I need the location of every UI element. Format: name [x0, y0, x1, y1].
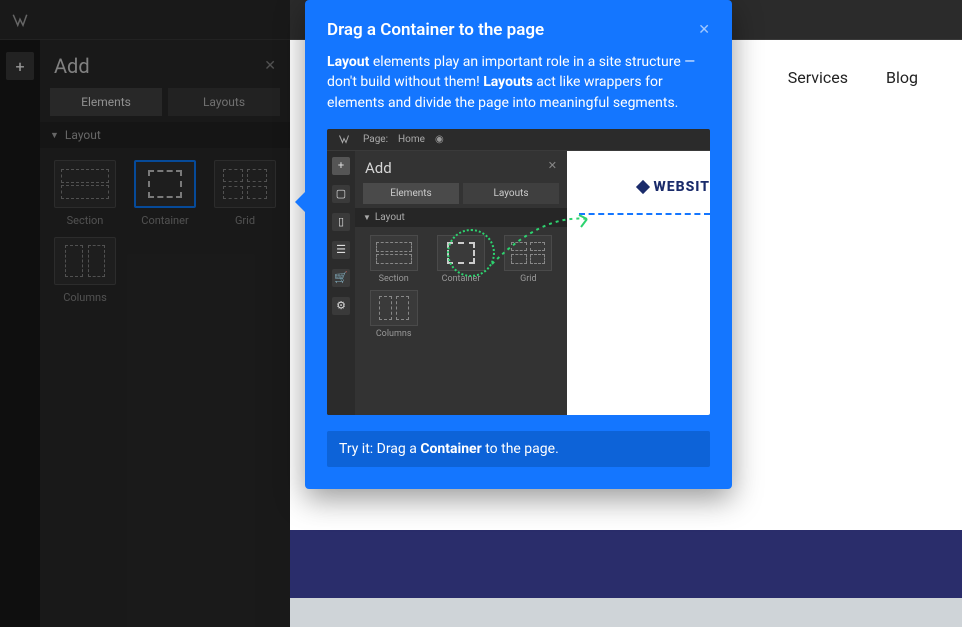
preview-tab-layouts: Layouts [463, 183, 559, 204]
layout-section-header[interactable]: ▼ Layout [40, 122, 290, 148]
preview-site-title: WEBSIT [638, 179, 710, 195]
preview-tab-elements: Elements [363, 183, 459, 204]
preview-section-label: Layout [375, 212, 405, 223]
columns-icon [54, 237, 116, 285]
layout-section-label: Layout [65, 128, 101, 142]
add-panel: Add ✕ Elements Layouts ▼ Layout Section … [40, 40, 290, 627]
box-icon: ▢ [332, 185, 350, 203]
add-panel-tabs: Elements Layouts [40, 88, 290, 116]
tab-layouts[interactable]: Layouts [168, 88, 280, 116]
hero-band [290, 530, 962, 598]
tutorial-popover: Drag a Container to the page ✕ Layout el… [305, 0, 732, 489]
preview-topbar: Page: Home ◉ [327, 129, 710, 151]
preview-page-label: Page: [363, 134, 388, 145]
popover-kw-layouts: Layouts [483, 74, 533, 90]
drop-target-line [579, 213, 710, 215]
tryit-bold: Container [420, 441, 481, 457]
add-panel-title: Add [54, 54, 90, 78]
close-icon[interactable]: ✕ [698, 22, 710, 38]
close-icon: ✕ [548, 159, 557, 177]
tryit-bar: Try it: Drag a Container to the page. [327, 431, 710, 467]
component-container[interactable]: Container [130, 160, 200, 227]
db-icon: ☰ [332, 241, 350, 259]
tutorial-preview: Page: Home ◉ + ▢ ▯ ☰ 🛒 ⚙ Add ✕ Elements … [327, 129, 710, 415]
grid-icon [214, 160, 276, 208]
preview-left-rail: + ▢ ▯ ☰ 🛒 ⚙ [327, 151, 355, 415]
preview-page-name: Home [398, 134, 425, 145]
popover-kw-layout: Layout [327, 54, 369, 70]
add-element-button[interactable]: + [6, 52, 34, 80]
component-grid[interactable]: Grid [210, 160, 280, 227]
eye-icon: ◉ [435, 134, 444, 145]
close-icon[interactable]: ✕ [264, 58, 276, 74]
grid-icon [504, 235, 552, 271]
page-icon: ▯ [332, 213, 350, 231]
container-icon [134, 160, 196, 208]
preview-canvas: WEBSIT [567, 151, 710, 415]
preview-site-title-text: WEBSIT [654, 179, 710, 195]
plus-icon: + [332, 157, 350, 175]
component-label: Grid [235, 214, 255, 227]
columns-icon [370, 290, 418, 326]
component-label: Columns [63, 291, 107, 304]
gear-icon: ⚙ [332, 297, 350, 315]
preview-add-panel: Add ✕ Elements Layouts ▼Layout Section C… [355, 151, 567, 415]
tab-elements[interactable]: Elements [50, 88, 162, 116]
cart-icon: 🛒 [332, 269, 350, 287]
left-rail: + [0, 40, 40, 627]
popover-arrow-icon [295, 192, 305, 212]
component-columns[interactable]: Columns [50, 237, 120, 304]
popover-body: Layout elements play an important role i… [327, 52, 710, 113]
diamond-icon [635, 180, 649, 194]
preview-add-title: Add [365, 159, 392, 177]
container-icon [437, 235, 485, 271]
popover-title: Drag a Container to the page [327, 20, 544, 40]
component-grid: Section Container Grid Columns [40, 148, 290, 316]
tryit-suffix: to the page. [482, 441, 559, 457]
section-icon [54, 160, 116, 208]
caret-down-icon: ▼ [50, 130, 59, 141]
nav-link-services[interactable]: Services [788, 68, 848, 87]
section-icon [370, 235, 418, 271]
tryit-prefix: Try it: Drag a [339, 441, 420, 457]
component-label: Section [67, 214, 104, 227]
webflow-logo-icon[interactable] [0, 0, 40, 40]
nav-link-blog[interactable]: Blog [886, 68, 918, 87]
footer-band [290, 598, 962, 627]
webflow-logo-icon [335, 133, 353, 145]
component-label: Container [141, 214, 188, 227]
component-section[interactable]: Section [50, 160, 120, 227]
